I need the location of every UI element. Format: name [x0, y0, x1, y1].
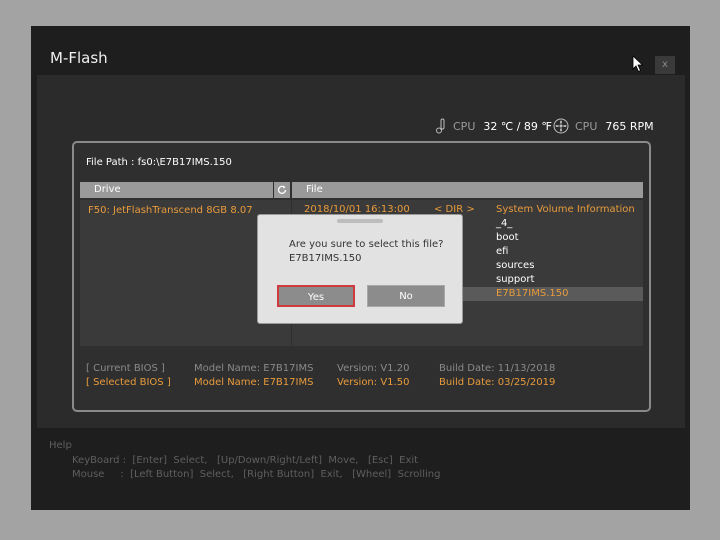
current-bios-model: Model Name: E7B17IMS [194, 363, 314, 374]
selected-bios-model: Model Name: E7B17IMS [194, 377, 314, 388]
drive-item[interactable]: F50: JetFlashTranscend 8GB 8.07 [88, 205, 253, 216]
current-bios-label: [ Current BIOS ] [86, 363, 165, 374]
help-title: Help [49, 440, 72, 451]
selected-bios-label: [ Selected BIOS ] [86, 377, 171, 388]
file-name: efi [496, 246, 509, 257]
thermometer-icon [436, 118, 445, 134]
file-column-header: File [292, 182, 643, 198]
file-name: support [496, 274, 535, 285]
file-name: System Volume Information [496, 204, 635, 215]
cpu-fan-label: CPU [575, 119, 598, 133]
dialog-grip [337, 219, 383, 223]
file-path: File Path : fs0:\E7B17IMS.150 [86, 157, 232, 168]
confirm-dialog: Are you sure to select this file? E7B17I… [257, 214, 463, 324]
file-name: boot [496, 232, 519, 243]
refresh-icon [277, 185, 287, 194]
cpu-temp-label: CPU [453, 119, 476, 133]
current-bios-build: Build Date: 11/13/2018 [439, 363, 556, 374]
help-keyboard: KeyBoard : [Enter] Select, [Up/Down/Righ… [72, 455, 419, 466]
dialog-message: Are you sure to select this file? [289, 239, 444, 250]
cpu-fan-value: 765 RPM [605, 119, 654, 133]
close-button[interactable]: x [655, 56, 675, 74]
yes-button[interactable]: Yes [277, 285, 355, 307]
selected-bios-build: Build Date: 03/25/2019 [439, 377, 556, 388]
dialog-filename: E7B17IMS.150 [289, 253, 362, 264]
file-name: _4_ [496, 218, 513, 229]
drive-column-header: Drive [80, 182, 273, 198]
cpu-temperature: CPU 32 ℃ / 89 ℉ [435, 118, 552, 134]
help-mouse: Mouse : [Left Button] Select, [Right But… [72, 469, 441, 480]
selected-bios-version: Version: V1.50 [337, 377, 410, 388]
mouse-cursor-icon [632, 55, 644, 73]
cpu-fan-speed: CPU 765 RPM [553, 118, 654, 134]
file-name: E7B17IMS.150 [496, 288, 569, 299]
no-button[interactable]: No [367, 285, 445, 307]
window-title: M-Flash [50, 49, 108, 67]
refresh-button[interactable] [274, 182, 290, 198]
cpu-temp-value: 32 ℃ / 89 ℉ [483, 119, 552, 133]
fan-icon [553, 118, 569, 134]
current-bios-version: Version: V1.20 [337, 363, 410, 374]
file-name: sources [496, 260, 535, 271]
